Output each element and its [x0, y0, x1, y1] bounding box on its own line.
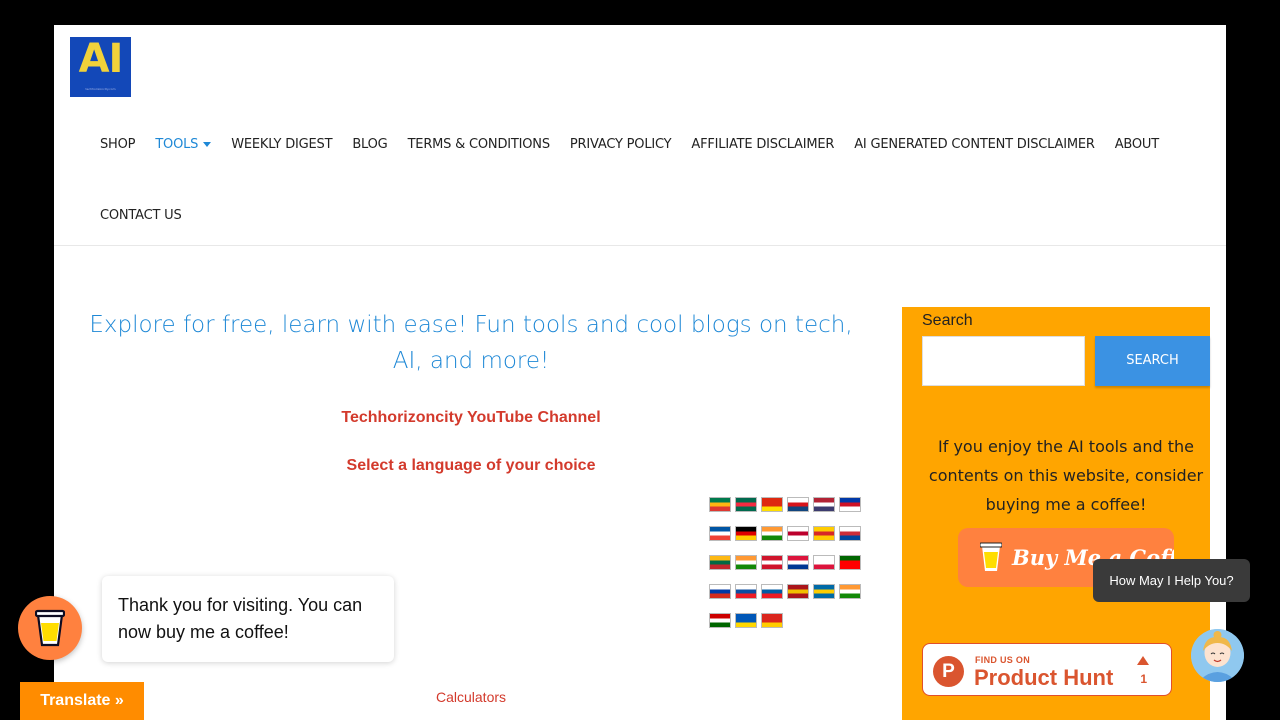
nav-label: AFFILIATE DISCLAIMER — [691, 136, 835, 152]
tamil-flag-icon[interactable] — [839, 584, 861, 599]
slovenian-flag-icon[interactable] — [761, 584, 783, 599]
afrikaans-flag-icon[interactable] — [709, 497, 731, 512]
upvote-arrow-icon — [1137, 656, 1149, 665]
calculators-link[interactable]: Calculators — [74, 689, 868, 705]
nav-row-2: CONTACT US — [100, 196, 1200, 234]
upvote-count: 1 — [1140, 672, 1147, 686]
french-flag-icon[interactable] — [709, 526, 731, 541]
coffee-cup-icon — [980, 542, 1002, 571]
chat-tooltip: How May I Help You? — [1093, 559, 1250, 602]
nav-label: TOOLS — [155, 136, 199, 152]
russian-flag-icon[interactable] — [709, 584, 731, 599]
coffee-cup-icon — [35, 609, 65, 647]
translate-button[interactable]: Translate » — [20, 682, 144, 720]
polish-flag-icon[interactable] — [813, 555, 835, 570]
main-content: Explore for free, learn with ease! Fun t… — [74, 307, 868, 705]
nav-privacy-policy[interactable]: PRIVACY POLICY — [570, 137, 672, 152]
coffee-message: If you enjoy the AI tools and the conten… — [928, 437, 1204, 514]
site-logo[interactable]: AI techhorizoncity.com — [70, 37, 131, 97]
nav-shop[interactable]: SHOP — [100, 136, 136, 152]
nav-label: AI GENERATED CONTENT DISCLAIMER — [854, 136, 1095, 152]
spanish-flag-icon[interactable] — [787, 584, 809, 599]
nav-affiliate-disclaimer[interactable]: AFFILIATE DISCLAIMER — [691, 137, 834, 152]
nav-label: BLOG — [352, 136, 388, 152]
portuguese-flag-icon[interactable] — [839, 555, 861, 570]
nav-row-1: SHOP TOOLS WEEKLY DIGEST BLOG TERMS & CONDIT… — [100, 125, 1200, 163]
korean-flag-icon[interactable] — [839, 526, 861, 541]
filipino-flag-icon[interactable] — [839, 497, 861, 512]
swedish-flag-icon[interactable] — [813, 584, 835, 599]
assistant-face-icon — [1191, 629, 1244, 682]
tajik-flag-icon[interactable] — [709, 613, 731, 628]
nav-terms-and-conditions[interactable]: TERMS & CONDITIONS — [407, 136, 551, 152]
floating-coffee-button[interactable] — [18, 596, 82, 660]
search-label: Search — [922, 312, 973, 329]
vietnamese-flag-icon[interactable] — [761, 613, 783, 628]
logo-subtext: techhorizoncity.com — [85, 87, 116, 91]
product-hunt-badge[interactable]: P FIND US ON Product Hunt 1 — [922, 643, 1172, 696]
chinese-flag-icon[interactable] — [761, 497, 783, 512]
japanese-flag-icon[interactable] — [787, 526, 809, 541]
product-hunt-icon: P — [933, 656, 964, 687]
german-flag-icon[interactable] — [735, 526, 757, 541]
malayalam-flag-icon[interactable] — [735, 555, 757, 570]
nav-ai-generated-content-disclaimer[interactable]: AI GENERATED CONTENT DISCLAIMER — [854, 136, 1095, 152]
kannada-flag-icon[interactable] — [813, 526, 835, 541]
nav-weekly-digest[interactable]: WEEKLY DIGEST — [231, 137, 332, 152]
main-nav: SHOP TOOLS WEEKLY DIGEST BLOG TERMS & CONDIT… — [100, 125, 1200, 234]
ukrainian-flag-icon[interactable] — [735, 613, 757, 628]
english-flag-icon[interactable] — [813, 497, 835, 512]
nav-label: CONTACT US — [100, 207, 182, 223]
chat-assistant-avatar[interactable] — [1191, 629, 1244, 682]
product-hunt-find: FIND US ON — [975, 655, 1031, 665]
czech-flag-icon[interactable] — [787, 497, 809, 512]
nav-label: WEEKLY DIGEST — [231, 136, 333, 152]
search-input[interactable] — [922, 336, 1085, 386]
nav-tools[interactable]: TOOLS — [155, 136, 212, 152]
nav-label: TERMS & CONDITIONS — [407, 136, 551, 152]
nav-label: SHOP — [100, 136, 136, 152]
slovak-flag-icon[interactable] — [735, 584, 757, 599]
youtube-channel-link[interactable]: Techhorizoncity YouTube Channel — [74, 409, 868, 427]
nav-label: PRIVACY POLICY — [569, 136, 672, 152]
bengali-flag-icon[interactable] — [735, 497, 757, 512]
nepali-flag-icon[interactable] — [787, 555, 809, 570]
sidebar: Search SEARCH If you enjoy the AI tools … — [902, 307, 1210, 720]
page-tagline: Explore for free, learn with ease! Fun t… — [89, 312, 853, 374]
logo-text: AI — [78, 36, 124, 82]
language-flags — [709, 497, 869, 642]
chevron-down-icon — [203, 141, 212, 147]
nav-contact-us[interactable]: CONTACT US — [100, 208, 182, 223]
maltese-flag-icon[interactable] — [761, 555, 783, 570]
lithuanian-flag-icon[interactable] — [709, 555, 731, 570]
header-divider — [54, 245, 1226, 246]
thanks-popup: Thank you for visiting. You can now buy … — [102, 576, 394, 662]
product-hunt-name: Product Hunt — [974, 665, 1114, 690]
nav-blog[interactable]: BLOG — [352, 137, 387, 152]
search-button[interactable]: SEARCH — [1095, 336, 1210, 386]
nav-about[interactable]: ABOUT — [1115, 137, 1159, 152]
nav-label: ABOUT — [1114, 136, 1159, 152]
language-prompt: Select a language of your choice — [346, 457, 596, 474]
gujarati-flag-icon[interactable] — [761, 526, 783, 541]
